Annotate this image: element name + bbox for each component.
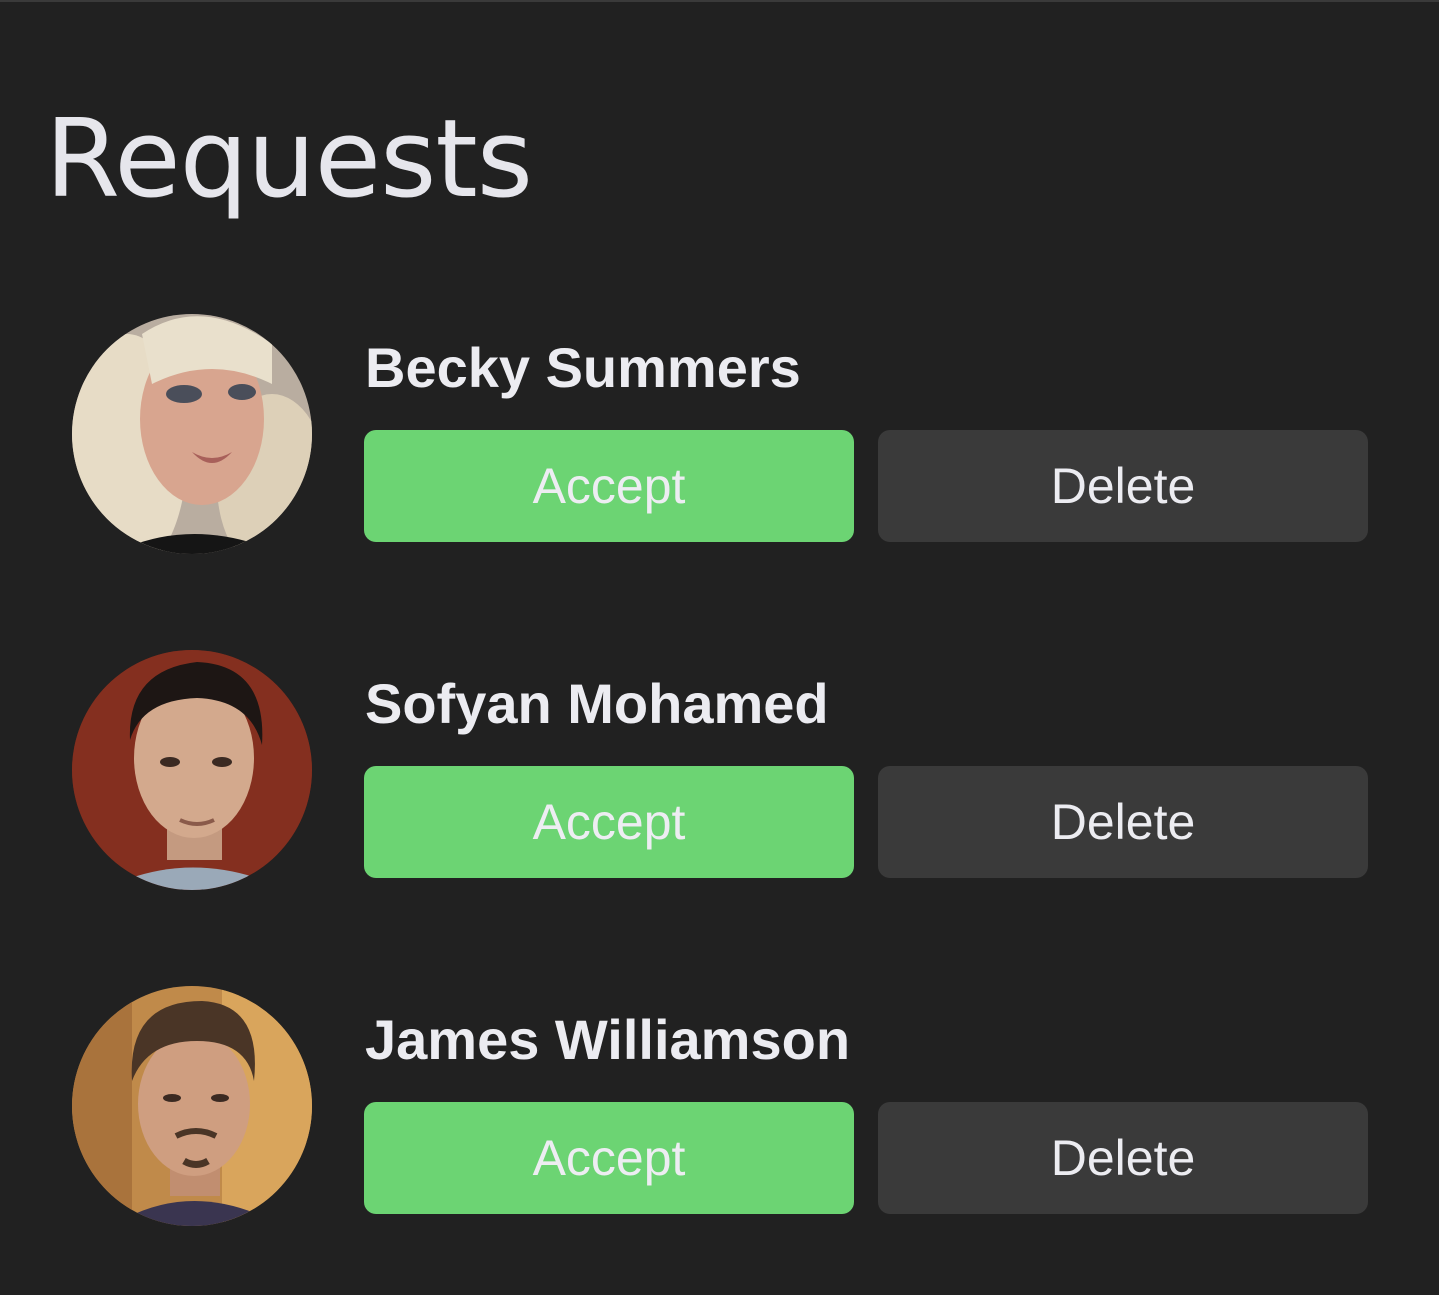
- accept-button[interactable]: Accept: [364, 766, 854, 878]
- accept-button[interactable]: Accept: [364, 430, 854, 542]
- avatar[interactable]: [72, 314, 312, 554]
- page-title: Requests: [45, 97, 533, 222]
- accept-button[interactable]: Accept: [364, 1102, 854, 1214]
- requester-name: Sofyan Mohamed: [365, 672, 829, 735]
- avatar[interactable]: [72, 650, 312, 890]
- avatar-photo-icon: [72, 986, 312, 1226]
- requester-name: James Williamson: [365, 1008, 851, 1071]
- delete-button[interactable]: Delete: [878, 1102, 1368, 1214]
- delete-button[interactable]: Delete: [878, 766, 1368, 878]
- avatar[interactable]: [72, 986, 312, 1226]
- avatar-photo-icon: [72, 314, 312, 554]
- requests-panel: Requests Becky Summers Accept Delete Sof…: [0, 0, 1439, 1295]
- delete-button[interactable]: Delete: [878, 430, 1368, 542]
- requester-name: Becky Summers: [365, 336, 801, 399]
- request-item: Sofyan Mohamed Accept Delete: [0, 650, 1439, 910]
- avatar-photo-icon: [72, 650, 312, 890]
- request-item: Becky Summers Accept Delete: [0, 314, 1439, 574]
- request-item: James Williamson Accept Delete: [0, 986, 1439, 1246]
